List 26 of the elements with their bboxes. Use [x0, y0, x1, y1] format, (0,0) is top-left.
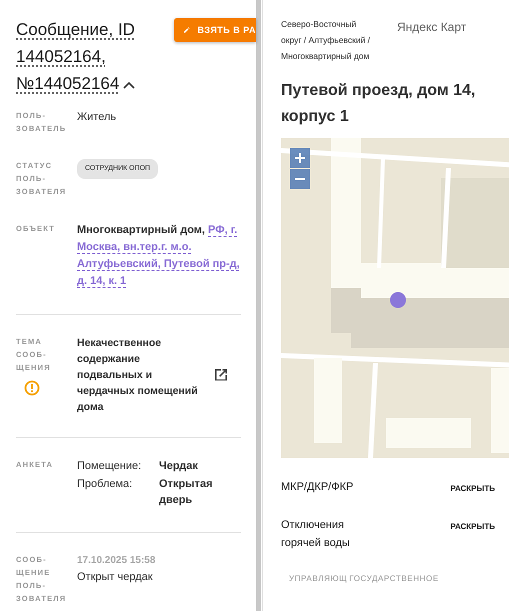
expand-button[interactable]: РАСКРЫТЬ [450, 478, 495, 494]
map-link[interactable]: Яндекс Карт [397, 20, 466, 64]
survey-key: Помещение: [77, 458, 159, 474]
chevron-up-icon[interactable] [123, 80, 136, 89]
topic-text: Некачественное содержание подвальных и чердачных помещений дома [77, 336, 199, 415]
zoom-out-button[interactable] [290, 169, 310, 189]
section-heading: ГОСУДАРСТВЕННОЕ [349, 574, 439, 583]
expand-button[interactable]: РАСКРЫТЬ [450, 516, 495, 532]
external-link-icon[interactable] [213, 367, 229, 383]
pencil-icon [184, 25, 190, 35]
plus-icon [295, 153, 305, 163]
breadcrumb: Северо-Восточный округ / Алтуфьевский / Многоквартирный дом [281, 18, 372, 63]
object-value: Многоквартирный дом, РФ, г. Москва, вн.тер.г. м.о. Алтуфьевский, Путевой пр-д, д. 14, к. 1 [77, 223, 241, 289]
survey-key: Проблема: [77, 476, 159, 508]
section-title: МКР/ДКР/ФКР [281, 480, 354, 495]
message-text: Открыт чердак [77, 570, 154, 585]
address-heading: Путевой проезд, дом 14, корпус 1 [281, 81, 476, 127]
message-title: Сообщение, ID 144052164, №144052164 [16, 19, 136, 95]
survey-value: Открытая дверь [159, 477, 214, 508]
survey-value: Чердак [159, 459, 199, 474]
section-heading: УПРАВЛЯЮЩ [289, 574, 348, 583]
field-value: Житель [77, 110, 118, 125]
section-title: Отключения горячей воды [281, 518, 351, 551]
minus-icon [295, 178, 305, 180]
zoom-in-button[interactable] [290, 148, 310, 168]
message-time: 17.10.2025 15:58 [77, 554, 156, 568]
